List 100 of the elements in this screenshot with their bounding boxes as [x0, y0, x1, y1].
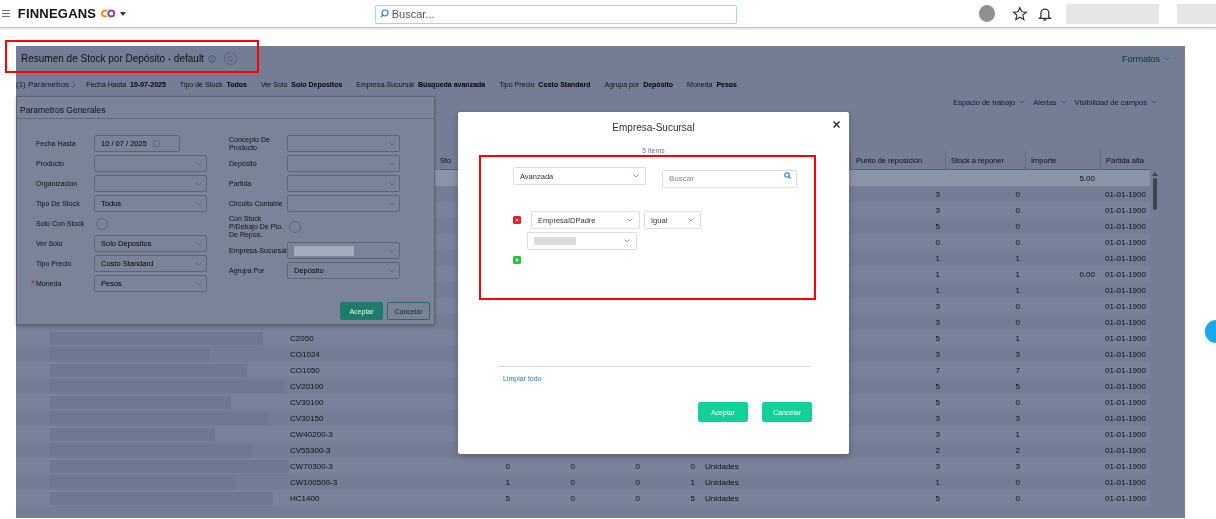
table-cell: 1 — [935, 285, 940, 295]
table-cell: 0 — [635, 477, 640, 487]
table-cell: 0 — [1015, 221, 1020, 231]
chevron-icon — [1164, 56, 1170, 61]
redacted-block — [1176, 3, 1216, 24]
chevron-icon — [196, 161, 202, 166]
table-cell: 0 — [1015, 397, 1020, 407]
table-cell: 0 — [1015, 237, 1020, 247]
table-cell: Unidades — [705, 493, 739, 503]
table-cell: CW100500-3 — [290, 477, 338, 487]
dropdown[interactable] — [94, 155, 207, 172]
calendar-icon[interactable] — [152, 140, 160, 147]
info-icon[interactable] — [207, 54, 216, 63]
search-icon — [379, 9, 389, 18]
table-cell: 1 — [935, 269, 940, 279]
table-cell: 1 — [505, 477, 510, 487]
formats-menu[interactable]: Formatos — [1122, 53, 1160, 64]
table-cell: 5 — [935, 397, 940, 407]
table-cell: 01-01-1900 — [1105, 205, 1146, 215]
table-cell: 0.00 — [1079, 269, 1095, 279]
chevron-icon — [389, 248, 395, 253]
dropdown[interactable] — [287, 242, 400, 259]
table-cell: 1 — [1015, 269, 1020, 279]
table-cell: 1 — [935, 477, 940, 487]
table-cell: 7 — [935, 365, 940, 375]
value-dropdown[interactable] — [527, 232, 637, 250]
chevron-icon — [389, 201, 395, 206]
table-cell: CV30100 — [290, 397, 324, 407]
table-cell: 3 — [1015, 349, 1020, 359]
chevron-icon — [389, 141, 395, 146]
table-cell: 5 — [935, 493, 940, 503]
table-cell: 0 — [1015, 477, 1020, 487]
dropdown[interactable] — [287, 155, 400, 172]
scroll-thumb[interactable] — [1153, 178, 1157, 210]
table-cell: 01-01-1900 — [1105, 493, 1146, 503]
table-cell: 01-01-1900 — [1105, 269, 1146, 279]
chevron-icon — [624, 239, 630, 243]
caret-icon[interactable] — [119, 11, 126, 16]
table-cell: 0 — [935, 237, 940, 247]
table-cell: 5 — [1015, 381, 1020, 391]
table-cell: 01-01-1900 — [1105, 445, 1146, 455]
table-cell: HC1400 — [290, 493, 320, 503]
table-cell: 2 — [935, 445, 940, 455]
chevron-icon — [633, 174, 639, 178]
table-cell: 0 — [1015, 493, 1020, 503]
table-cell: 1 — [690, 477, 695, 487]
table-cell: CO1024 — [290, 349, 320, 359]
menu-icon[interactable] — [2, 10, 10, 17]
table-cell: 3 — [935, 349, 940, 359]
table-cell: CO1050 — [290, 365, 320, 375]
dropdown[interactable] — [287, 175, 400, 192]
dialog-title: Empresa-Sucursal — [612, 121, 695, 135]
search-field[interactable]: Buscar — [662, 169, 797, 188]
star-icon[interactable] — [1012, 5, 1029, 22]
table-cell: 5 — [935, 221, 940, 231]
table-cell: 5 — [690, 493, 695, 503]
table-cell: 01-01-1900 — [1105, 301, 1146, 311]
table-cell: 5 — [935, 333, 940, 343]
dropdown[interactable] — [287, 195, 400, 212]
table-cell: 01-01-1900 — [1105, 253, 1146, 263]
chevron-icon — [72, 80, 77, 88]
table-cell: 3 — [935, 461, 940, 471]
add-filter-icon[interactable] — [513, 256, 521, 264]
brand-name: FINNEGANS — [17, 6, 97, 21]
table-cell: 01-01-1900 — [1105, 333, 1146, 343]
table-cell: 1 — [1015, 429, 1020, 439]
dropdown[interactable] — [94, 175, 207, 192]
scroll-up-icon[interactable] — [1152, 172, 1158, 176]
table-cell: 0 — [570, 477, 575, 487]
parameters-link[interactable]: (1) Parámetros — [16, 79, 70, 89]
table-cell: 01-01-1900 — [1105, 397, 1146, 407]
table-cell: 01-01-1900 — [1105, 285, 1146, 295]
table-cell: 5 — [935, 381, 940, 391]
table-cell: 0 — [570, 461, 575, 471]
table-cell: 01-01-1900 — [1105, 317, 1146, 327]
table-cell: 01-01-1900 — [1105, 429, 1146, 439]
avatar-placeholder[interactable] — [978, 5, 996, 22]
table-cell: 01-01-1900 — [1105, 461, 1146, 471]
logo-icon — [100, 9, 116, 18]
table-cell: 1 — [1015, 253, 1020, 263]
dropdown[interactable] — [287, 135, 400, 152]
chevron-icon — [196, 281, 202, 286]
chevron-icon — [1019, 100, 1026, 104]
table-cell: 3 — [935, 413, 940, 423]
scrollbar[interactable] — [1150, 172, 1160, 212]
chevron-icon — [627, 218, 633, 222]
total-value: 5.00 — [1079, 173, 1095, 183]
table-cell: 0 — [1015, 301, 1020, 311]
panel-title: Parametros Generales — [17, 97, 434, 119]
close-icon[interactable] — [833, 121, 840, 128]
help-bubble-icon[interactable] — [1205, 320, 1216, 343]
table-cell: 3 — [935, 317, 940, 327]
search-field[interactable]: Buscar... — [374, 4, 737, 24]
table-cell: 0 — [690, 461, 695, 471]
table-cell: 0 — [570, 493, 575, 503]
refresh-icon[interactable] — [223, 52, 237, 65]
remove-filter-icon[interactable] — [513, 216, 521, 224]
table-cell: 1 — [935, 253, 940, 263]
table-cell: 3 — [1015, 461, 1020, 471]
chevron-icon — [688, 218, 694, 222]
